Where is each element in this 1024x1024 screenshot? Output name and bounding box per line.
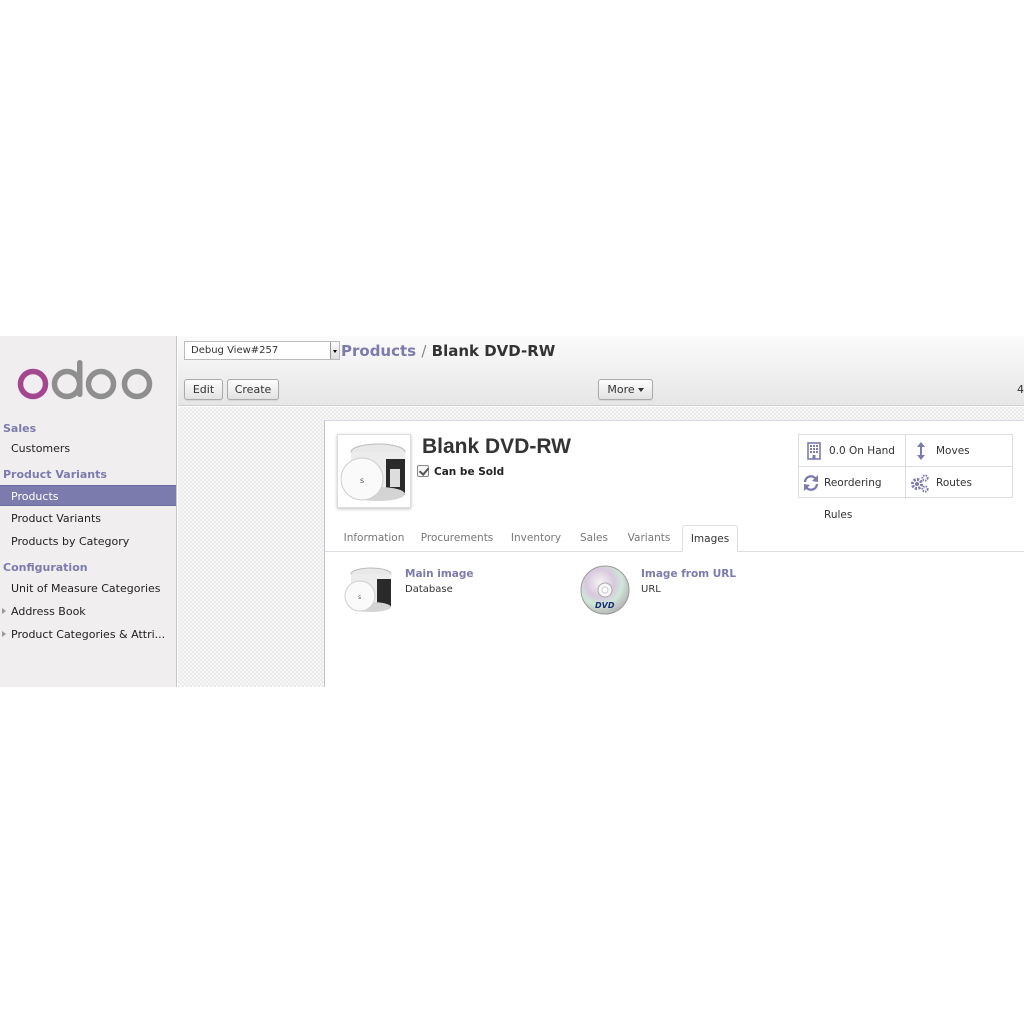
dvd-spindle-image: s	[340, 443, 406, 501]
odoo-app: Sales Customers Product Variants Product…	[0, 336, 1024, 687]
caret-down-icon	[637, 388, 644, 392]
sidebar-section-configuration: Configuration	[3, 561, 88, 574]
reordering-rules-label: Reordering Rules	[824, 477, 882, 521]
caret-right-icon[interactable]	[2, 631, 6, 637]
main-image-thumbnail[interactable]: s	[343, 564, 395, 616]
gears-icon	[911, 474, 929, 493]
main-image-source: Database	[405, 584, 453, 595]
dvd-disc-thumbnail[interactable]: DVD	[579, 564, 631, 616]
svg-text:DVD: DVD	[595, 601, 615, 610]
breadcrumb-products-link[interactable]: Products	[341, 342, 416, 360]
sidebar-item-label: Products	[11, 490, 59, 503]
sidebar-item-label: Address Book	[11, 605, 86, 618]
stat-buttons: 0.0 On Hand Moves Reordering Rules Route…	[798, 434, 1013, 521]
sidebar-item-label: Unit of Measure Categories	[11, 582, 161, 595]
reordering-rules-button[interactable]: Reordering Rules	[799, 467, 906, 521]
odoo-logo[interactable]	[17, 358, 157, 400]
sidebar-item-label: Products by Category	[11, 535, 130, 548]
sidebar-item-label: Product Categories & Attri...	[11, 628, 166, 641]
create-button[interactable]: Create	[227, 379, 279, 400]
tab-sales[interactable]: Sales	[573, 525, 615, 552]
svg-text:s: s	[360, 476, 364, 485]
debug-view-select-value: Debug View#257	[191, 345, 279, 356]
sidebar-section-sales: Sales	[3, 422, 37, 435]
tab-procurements[interactable]: Procurements	[417, 525, 497, 552]
on-hand-button[interactable]: 0.0 On Hand	[799, 435, 906, 467]
tab-variants[interactable]: Variants	[623, 525, 675, 552]
product-image[interactable]: s	[337, 434, 411, 508]
debug-view-select[interactable]: Debug View#257	[184, 341, 340, 360]
notebook-tabs: Information Procurements Inventory Sales…	[325, 525, 1024, 552]
sidebar-item-product-variants[interactable]: Product Variants	[0, 508, 176, 529]
sidebar-item-unit-of-measure-categories[interactable]: Unit of Measure Categories	[0, 578, 176, 599]
product-name: Blank DVD-RW	[422, 435, 571, 458]
arrows-vertical-icon	[917, 442, 925, 460]
sidebar-item-label: Customers	[11, 442, 71, 455]
url-image-title[interactable]: Image from URL	[641, 568, 736, 580]
sidebar-item-label: Product Variants	[11, 512, 102, 525]
url-image-source: URL	[641, 584, 661, 595]
moves-button[interactable]: Moves	[906, 435, 1013, 467]
caret-right-icon[interactable]	[2, 608, 6, 614]
sidebar: Sales Customers Product Variants Product…	[0, 336, 177, 687]
routes-label: Routes	[936, 477, 972, 489]
pager[interactable]: 4	[1017, 383, 1024, 396]
breadcrumb: Products / Blank DVD-RW	[341, 342, 555, 360]
edit-button[interactable]: Edit	[184, 379, 223, 400]
form-sheet: s Blank DVD-RW Can be Sold 0.0 On Hand M…	[324, 420, 1024, 687]
sidebar-section-product-variants: Product Variants	[3, 468, 107, 481]
tab-inventory[interactable]: Inventory	[505, 525, 567, 552]
moves-label: Moves	[936, 445, 970, 457]
building-icon	[807, 442, 821, 460]
svg-text:s: s	[358, 594, 361, 601]
dropdown-arrow-icon[interactable]	[330, 342, 339, 359]
can-be-sold-field: Can be Sold	[417, 465, 504, 478]
breadcrumb-separator: /	[421, 342, 427, 360]
tab-images[interactable]: Images	[682, 525, 738, 552]
can-be-sold-label: Can be Sold	[434, 466, 505, 478]
view-header: Debug View#257 Products / Blank DVD-RW E…	[178, 336, 1024, 406]
more-button-label: More	[607, 383, 635, 396]
tab-information[interactable]: Information	[339, 525, 409, 552]
breadcrumb-current: Blank DVD-RW	[431, 342, 556, 360]
refresh-icon	[803, 475, 819, 491]
can-be-sold-checkbox[interactable]	[417, 465, 429, 477]
sidebar-item-customers[interactable]: Customers	[0, 438, 176, 459]
sidebar-item-products[interactable]: Products	[0, 485, 176, 506]
on-hand-label: 0.0 On Hand	[829, 445, 895, 457]
sidebar-item-product-categories-attributes[interactable]: Product Categories & Attri...	[0, 624, 176, 645]
more-button[interactable]: More	[598, 379, 653, 400]
form-view-background: s Blank DVD-RW Can be Sold 0.0 On Hand M…	[178, 407, 1024, 687]
sidebar-item-products-by-category[interactable]: Products by Category	[0, 531, 176, 552]
main-image-title[interactable]: Main image	[405, 568, 474, 580]
sidebar-item-address-book[interactable]: Address Book	[0, 601, 176, 622]
routes-button[interactable]: Routes	[906, 467, 1013, 499]
